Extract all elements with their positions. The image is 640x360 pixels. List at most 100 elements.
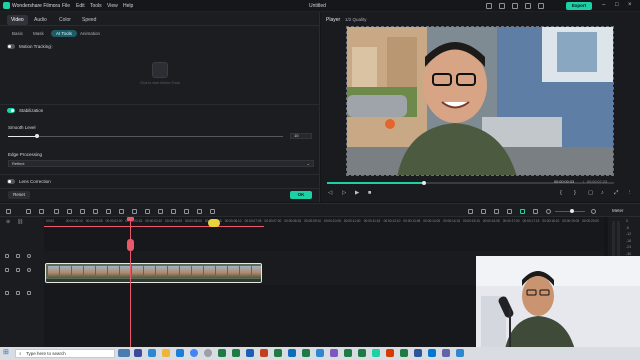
volume-icon[interactable]: ♪ (601, 190, 604, 196)
prev-frame-icon[interactable]: ◁ (328, 190, 332, 196)
add-track-icon[interactable]: ⊕ (6, 219, 10, 225)
taskbar-search[interactable]: ⌕ Type here to search (15, 349, 115, 358)
more-tools-icon[interactable] (210, 209, 215, 214)
close-icon[interactable]: × (628, 2, 632, 8)
menu-edit[interactable]: Edit (76, 3, 85, 9)
tab-color[interactable]: Color (59, 17, 71, 23)
notification-icon[interactable] (499, 3, 505, 9)
app-icon-3[interactable] (442, 349, 450, 357)
progress-knob[interactable] (422, 181, 426, 185)
link-icon[interactable]: ⛓ (17, 219, 23, 225)
excel-icon-2[interactable] (232, 349, 240, 357)
delete-icon[interactable] (54, 209, 59, 214)
excel-icon-3[interactable] (274, 349, 282, 357)
play-frame-icon[interactable]: ▷ (342, 190, 346, 196)
excel-icon-6[interactable] (400, 349, 408, 357)
word-icon[interactable] (246, 349, 254, 357)
snap-icon[interactable] (481, 209, 486, 214)
news-widget-icon[interactable] (118, 349, 130, 357)
reset-button[interactable]: Reset (8, 191, 30, 199)
mail-icon[interactable] (176, 349, 184, 357)
smooth-level-knob[interactable] (35, 134, 39, 138)
tab-audio[interactable]: Audio (34, 17, 47, 23)
layout-icon[interactable] (512, 3, 518, 9)
mark-out-icon[interactable]: } (574, 190, 576, 196)
excel-icon[interactable] (218, 349, 226, 357)
ripple-icon[interactable] (520, 209, 525, 214)
more-icon[interactable]: ⋮ (627, 190, 633, 196)
timeline-zoom-knob[interactable] (570, 209, 574, 213)
track-speaker-icon[interactable] (27, 291, 31, 295)
store-icon[interactable] (288, 349, 296, 357)
export-button[interactable]: Export (566, 2, 592, 10)
track-eye-icon[interactable] (27, 268, 31, 272)
menu-view[interactable]: View (107, 3, 118, 9)
sheets-icon[interactable] (302, 349, 310, 357)
edge-icon[interactable] (148, 349, 156, 357)
ok-button[interactable]: OK (290, 191, 312, 199)
crop-icon[interactable] (106, 209, 111, 214)
layout-icon[interactable] (6, 209, 11, 214)
menu-tools[interactable]: Tools (90, 3, 102, 9)
ai-icon[interactable] (197, 209, 202, 214)
track-eye-icon[interactable] (27, 254, 31, 258)
track-lock-icon[interactable] (16, 254, 20, 258)
playhead-handle[interactable] (127, 217, 134, 221)
task-view-icon[interactable] (134, 349, 142, 357)
keyframe-icon[interactable] (184, 209, 189, 214)
track-lock-icon[interactable] (16, 291, 20, 295)
subtab-animation[interactable]: Animation (80, 31, 100, 36)
playhead[interactable] (130, 217, 131, 347)
smooth-level-input[interactable]: 10 (290, 133, 312, 139)
app-icon-4[interactable] (456, 349, 464, 357)
transform-icon[interactable] (132, 209, 137, 214)
zoom-icon[interactable] (119, 209, 124, 214)
subtab-ai-tools[interactable]: AI Tools (51, 30, 77, 37)
zoom-in-icon[interactable] (591, 209, 596, 214)
quality-select[interactable]: 1/2 Quality (345, 17, 367, 22)
chrome-profile-icon[interactable] (204, 349, 212, 357)
tab-video[interactable]: Video (7, 15, 28, 25)
video-preview[interactable] (346, 26, 614, 176)
chrome-icon[interactable] (190, 349, 198, 357)
play-icon[interactable]: ▶ (355, 190, 359, 196)
smooth-level-slider[interactable] (8, 136, 283, 137)
teams-icon[interactable] (428, 349, 436, 357)
text-icon[interactable] (93, 209, 98, 214)
fullscreen-icon[interactable]: ⤢ (614, 190, 618, 197)
powerpoint-icon[interactable] (260, 349, 268, 357)
playhead-marker[interactable] (127, 239, 134, 251)
track-lock-icon[interactable] (16, 268, 20, 272)
excel-icon-5[interactable] (358, 349, 366, 357)
stabilization-toggle[interactable] (7, 108, 15, 113)
tab-speed[interactable]: Speed (82, 17, 96, 23)
subtab-basic[interactable]: Basic (12, 31, 23, 36)
minimize-icon[interactable]: – (602, 2, 605, 8)
color-icon[interactable] (158, 209, 163, 214)
file-explorer-icon[interactable] (162, 349, 170, 357)
menu-file[interactable]: File (62, 3, 70, 9)
stop-icon[interactable]: ■ (368, 190, 371, 196)
maximize-icon[interactable]: □ (615, 2, 619, 8)
video-clip[interactable] (45, 263, 262, 283)
render-icon[interactable] (468, 209, 473, 214)
trim-icon[interactable] (80, 209, 85, 214)
subtab-mask[interactable]: Mask (33, 31, 44, 36)
windows-start-icon[interactable]: ⊞ (3, 349, 9, 357)
mic-icon[interactable] (507, 209, 512, 214)
player-tab[interactable]: Player (326, 17, 340, 23)
word-icon-2[interactable] (414, 349, 422, 357)
office-icon[interactable] (386, 349, 394, 357)
motion-track-placeholder[interactable]: Click to start Motion Track (138, 62, 182, 92)
lens-correction-toggle[interactable] (7, 179, 15, 184)
split-icon[interactable] (67, 209, 72, 214)
marker-icon[interactable] (494, 209, 499, 214)
snapshot-icon[interactable]: ▢ (588, 190, 593, 196)
mark-in-icon[interactable]: { (560, 190, 562, 196)
app-icon[interactable] (316, 349, 324, 357)
undo-icon[interactable] (26, 209, 31, 214)
account-icon[interactable] (538, 3, 544, 9)
cloud-icon[interactable] (525, 3, 531, 9)
zoom-out-icon[interactable] (546, 209, 551, 214)
speed-icon[interactable] (145, 209, 150, 214)
